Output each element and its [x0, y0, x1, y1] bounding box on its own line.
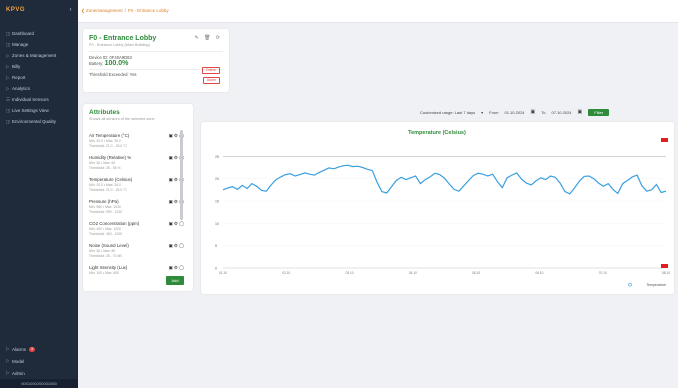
attribute-item[interactable]: Air Temperature (°C)▣⚙◯Min: 20.0 • Max: … [89, 131, 185, 153]
info-icon[interactable]: ◯ [179, 243, 185, 248]
to-date-input[interactable]: 07.10.2024 [552, 110, 572, 115]
x-tick-label: 06.10 [535, 271, 543, 275]
filter-button[interactable]: Filter [588, 108, 610, 116]
y-tick-label: 25 [215, 155, 219, 159]
attribute-threshold: Threshold: 35 - 55 % [89, 165, 121, 170]
online-status-badge: Online [201, 67, 220, 74]
chart-title: Temperature (Celsius) [408, 130, 466, 136]
sidebar-nav: ◫ Dashboard ◫ Manage ▷ Zones & Management ▷ Bil… [0, 20, 78, 127]
sidebar-item-label: Billy [12, 64, 21, 69]
legend-marker [628, 283, 632, 287]
sidebar-item-environmental-quality[interactable]: ◫ Environmental Quality [0, 116, 78, 127]
y-tick-label: 5 [215, 244, 217, 248]
breadcrumb: ❮ Zonemanagement / F0 - Entrance Lobby [81, 8, 169, 13]
attributes-card: Attributes Shows all sensors of the sele… [83, 104, 193, 291]
attribute-list: Air Temperature (°C)▣⚙◯Min: 20.0 • Max: … [89, 131, 185, 274]
sidebar-item-analytics[interactable]: ▷ Analytics [0, 83, 78, 94]
attribute-item[interactable]: Noise (Sound Level) ▣⚙◯ Min: 30 • Max: 80 T… [89, 241, 185, 263]
chart-card: Temperature (Celsius) 0 5 10 15 20 25 01.10 02.1… [201, 122, 674, 294]
sidebar-item-zones-management[interactable]: ▷ Zones & Management [0, 50, 78, 61]
zone-card: F0 - Entrance Lobby F0 - Entrance Lobby … [83, 29, 229, 92]
top-bar: ❮ Zonemanagement / F0 - Entrance Lobby [78, 0, 678, 23]
app-logo[interactable]: KPVG ‹ [0, 0, 78, 20]
attribute-scrollbar[interactable] [180, 130, 183, 220]
breadcrumb-current: F0 - Entrance Lobby [127, 8, 169, 13]
calendar-icon[interactable]: ▣ [531, 109, 536, 115]
x-tick-label: 07.10 [599, 271, 607, 275]
sidebar-item-admin[interactable]: ▷ Admin [0, 367, 78, 379]
x-tick-label: 08.10 [662, 271, 670, 275]
attribute-range: Min: 100 • Max: 800 [89, 271, 120, 274]
attribute-item[interactable]: CO2 Concentration (ppm) ▣⚙◯ Min: 400 • Max… [89, 219, 185, 241]
attribute-threshold: Threshold: 990 - 1020 [89, 209, 123, 214]
y-tick-label: 10 [215, 222, 219, 226]
sidebar: KPVG ‹ ◫ Dashboard ◫ Manage ▷ Zones & Managem… [0, 0, 78, 388]
sidebar-item-report[interactable]: ▷ Report [0, 72, 78, 83]
attribute-threshold: Threshold: 21.0 - 25.0 °C [89, 187, 127, 192]
attribute-item[interactable]: Temperature (Celsius)▣⚙◯Min: 20.0 • Max:… [89, 175, 185, 197]
sidebar-item-label: Dashboard [12, 31, 35, 36]
x-tick-label: 01.10 [219, 271, 227, 275]
alert-marker [661, 138, 668, 142]
sidebar-item-manage[interactable]: ◫ Manage [0, 39, 78, 50]
sidebar-item-alarms[interactable]: ▷ Alarms 3 [0, 343, 78, 355]
range-select[interactable]: Customized range: Last 7 days [420, 110, 475, 115]
y-tick-label: 0 [215, 267, 217, 271]
x-tick-label: 02.10 [282, 271, 290, 275]
alarm-status-badge[interactable]: Alarm [202, 77, 220, 84]
from-date-input[interactable]: 01.10.2024 [505, 110, 525, 115]
sidebar-item-live-settings-view[interactable]: ◫ Live Settings View [0, 105, 78, 116]
info-icon[interactable]: ◯ [179, 265, 185, 270]
alert-marker [661, 264, 668, 268]
sidebar-item-dashboard[interactable]: ◫ Dashboard [0, 28, 78, 39]
y-tick-label: 20 [215, 177, 219, 181]
attribute-threshold: Threshold: 35 - 70 dB [89, 253, 122, 258]
x-tick-label: 03.10 [346, 271, 354, 275]
attribute-item[interactable]: Pressure (hPa)▣⚙◯Min: 980 • Max: 1030Thr… [89, 197, 185, 219]
legend-label: Temperature [646, 283, 666, 287]
zone-tools-icons[interactable]: ✎ 🗑 ⟳ [194, 35, 222, 41]
info-icon[interactable]: ◯ [179, 221, 185, 226]
sidebar-item-label: Analytics [12, 86, 31, 91]
x-tick-label: 05.10 [472, 271, 480, 275]
breadcrumb-back-icon[interactable]: ❮ [81, 8, 85, 13]
attribute-threshold: Threshold: 21.0 - 25.0 °C [89, 143, 127, 148]
sidebar-item-label: Live Settings View [12, 108, 49, 113]
sidebar-bottom: ▷ Alarms 3 ▷ Model ▷ Admin 0001000200031… [0, 343, 78, 388]
sidebar-item-label: Report [12, 75, 26, 80]
attribute-item[interactable]: Humidity (Relative) %▣⚙◯Min: 30 • Max: 6… [89, 153, 185, 175]
y-tick-label: 15 [215, 200, 219, 204]
sidebar-item-label: Environmental Quality [12, 119, 57, 124]
attributes-title: Attributes [89, 109, 120, 116]
sidebar-item-individual-sensors[interactable]: ☰ Individual Sensors [0, 94, 78, 105]
breadcrumb-root[interactable]: Zonemanagement [86, 8, 123, 13]
calendar-icon[interactable]: ▣ [578, 109, 583, 115]
sidebar-item-model[interactable]: ▷ Model [0, 355, 78, 367]
chevron-down-icon[interactable]: ▾ [481, 110, 483, 115]
sidebar-item-label: Zones & Management [12, 53, 57, 58]
attribute-item[interactable]: Light Intensity (Lux) ▣⚙◯ Min: 100 • Max: … [89, 263, 185, 274]
device-footer-id: 0001000200031050 [0, 379, 78, 388]
battery-value: 100.0% [104, 60, 129, 67]
temperature-chart: Temperature (Celsius) 0 5 10 15 20 25 01.10 02.1… [215, 130, 670, 287]
zone-subtitle: F0 - Entrance Lobby (Main Building) [89, 43, 150, 47]
sidebar-item-label: Individual Sensors [12, 97, 49, 102]
temperature-series-line [222, 164, 667, 195]
menu-toggle-icon[interactable]: ‹ [70, 7, 73, 13]
x-tick-label: 04.10 [409, 271, 417, 275]
sidebar-item-label: Manage [12, 42, 29, 47]
alarm-count-badge: 3 [29, 346, 35, 352]
add-attribute-button[interactable]: Add [166, 276, 184, 285]
attributes-subtitle: Shows all sensors of the selected zone [89, 117, 155, 121]
attribute-threshold: Threshold: 450 - 1000 [89, 231, 123, 236]
date-controls: Customized range: Last 7 days ▾ From 01.… [420, 107, 610, 117]
sidebar-item-billy[interactable]: ▷ Billy [0, 61, 78, 72]
